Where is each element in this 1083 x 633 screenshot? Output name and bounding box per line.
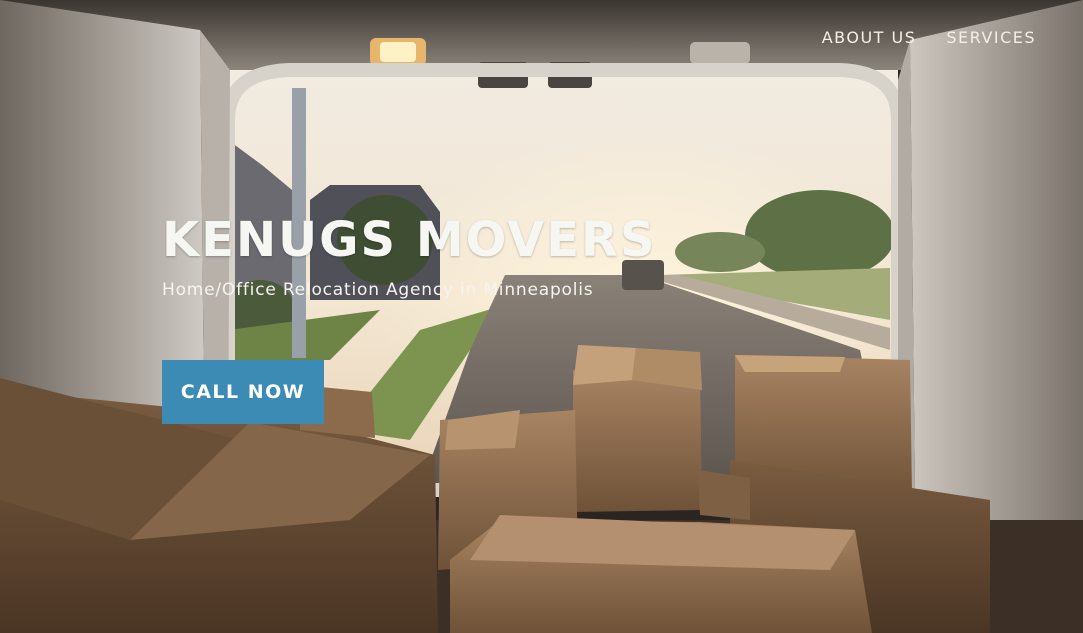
nav-link-services[interactable]: SERVICES bbox=[946, 28, 1036, 47]
hero-section: ABOUT US SERVICES KENUGS MOVERS Home/Off… bbox=[0, 0, 1083, 633]
nav-link-about-us[interactable]: ABOUT US bbox=[822, 28, 917, 47]
hero-subtitle: Home/Office Relocation Agency in Minneap… bbox=[162, 280, 594, 300]
call-now-button[interactable]: CALL NOW bbox=[162, 360, 324, 424]
hero-title: KENUGS MOVERS bbox=[162, 212, 657, 268]
main-nav: ABOUT US SERVICES bbox=[822, 28, 1036, 47]
hero-background-image bbox=[0, 0, 1083, 633]
